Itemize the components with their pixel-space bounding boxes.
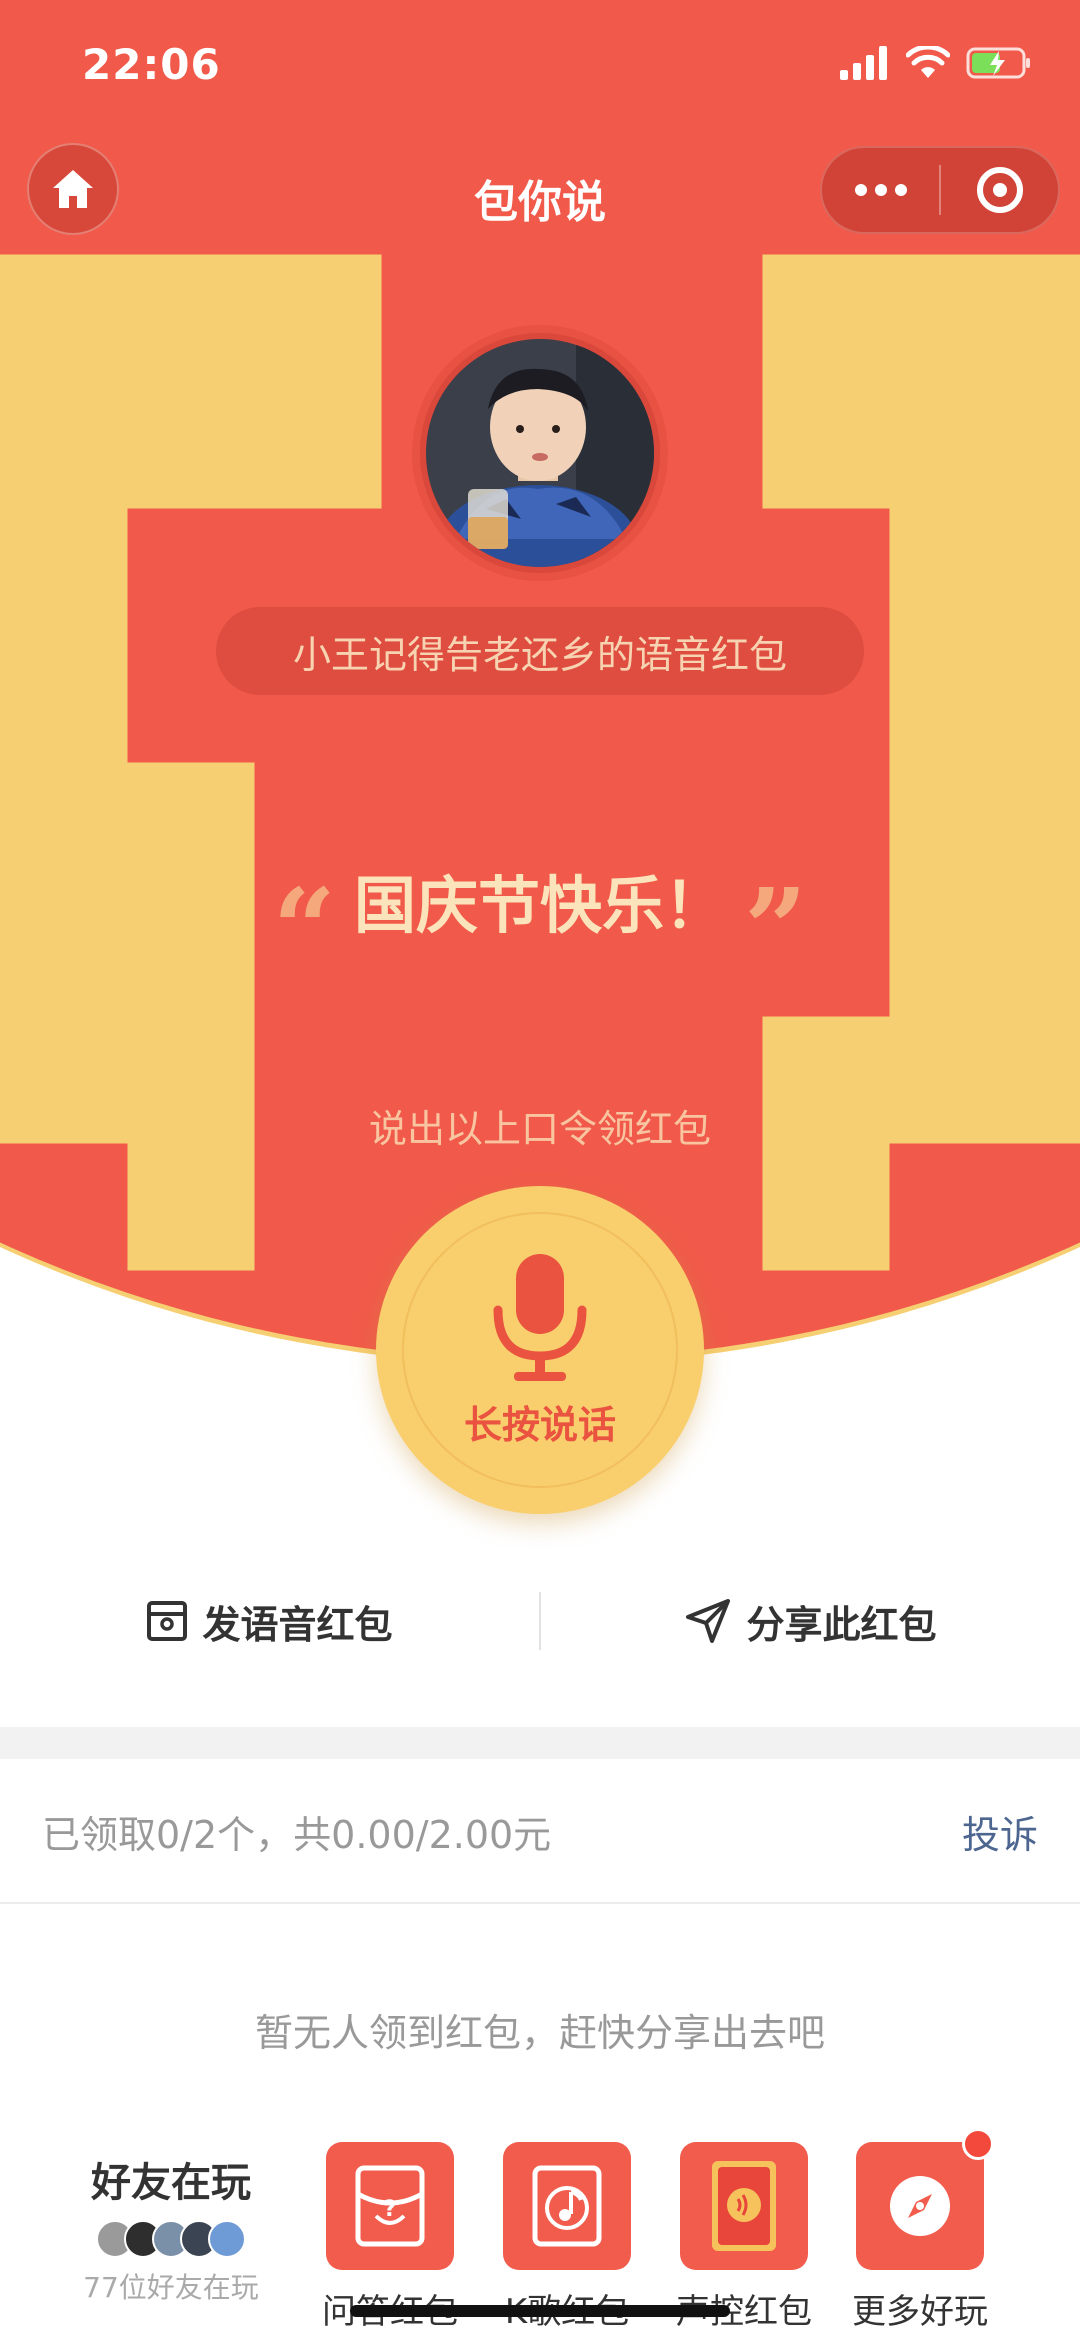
close-quote-mark: ” bbox=[744, 874, 808, 944]
share-envelope-button[interactable]: 分享此红包 bbox=[541, 1594, 1080, 1649]
question-envelope-icon: ? bbox=[326, 2142, 454, 2270]
open-quote-mark: “ bbox=[272, 874, 336, 944]
status-icons bbox=[840, 46, 1032, 80]
sender-name-label: 小王记得告老还乡的语音红包 bbox=[216, 607, 864, 695]
voice-envelope-icon bbox=[680, 2142, 808, 2270]
password-text: 国庆节快乐！ bbox=[353, 869, 726, 942]
complain-link[interactable]: 投诉 bbox=[962, 1804, 1038, 1859]
sender-avatar-frame bbox=[412, 325, 668, 581]
sender-avatar bbox=[426, 339, 654, 567]
more-button[interactable] bbox=[822, 148, 939, 232]
signal-icon bbox=[840, 46, 887, 80]
password-phrase: “ 国庆节快乐！ ” bbox=[0, 855, 1080, 945]
home-indicator[interactable] bbox=[350, 2305, 730, 2317]
envelope-square-icon bbox=[147, 1601, 188, 1641]
game-more-fun[interactable]: 更多好玩 bbox=[852, 2128, 994, 2333]
music-note-icon bbox=[503, 2142, 631, 2270]
action-row: 发语音红包 分享此红包 bbox=[0, 1580, 1080, 1662]
friend-avatar bbox=[208, 2220, 246, 2258]
share-envelope-label: 分享此红包 bbox=[746, 1602, 937, 1647]
game-label: 更多好玩 bbox=[852, 2292, 988, 2332]
microphone-icon bbox=[493, 1253, 587, 1381]
claim-stats-text: 已领取0/2个，共0.00/2.00元 bbox=[42, 1812, 552, 1857]
friends-count: 77位好友在玩 bbox=[83, 2271, 259, 2304]
more-dots-icon bbox=[854, 184, 907, 196]
compass-icon bbox=[856, 2128, 994, 2270]
send-voice-envelope-label: 发语音红包 bbox=[202, 1602, 393, 1647]
svg-text:?: ? bbox=[384, 2197, 397, 2222]
hold-to-speak-label: 长按说话 bbox=[463, 1402, 616, 1447]
wifi-icon bbox=[906, 46, 950, 78]
miniprogram-capsule bbox=[820, 146, 1060, 234]
battery-charging-icon bbox=[966, 47, 1030, 79]
close-miniprogram-button[interactable] bbox=[941, 148, 1058, 232]
send-arrow-icon bbox=[686, 1599, 731, 1643]
hold-to-speak-button[interactable]: 长按说话 bbox=[376, 1186, 704, 1514]
password-hint: 说出以上口令领红包 bbox=[368, 1107, 711, 1151]
friends-playing-title: 好友在玩 bbox=[91, 2160, 251, 2206]
new-badge-dot bbox=[962, 2128, 994, 2160]
mic-button-inner: 长按说话 bbox=[402, 1212, 678, 1488]
send-voice-envelope-button[interactable]: 发语音红包 bbox=[0, 1594, 539, 1649]
friend-avatars bbox=[56, 2220, 286, 2258]
status-time: 22:06 bbox=[82, 40, 221, 89]
claim-stats-row: 已领取0/2个，共0.00/2.00元 投诉 bbox=[0, 1760, 1080, 1904]
target-circle-icon bbox=[976, 167, 1023, 213]
section-divider bbox=[0, 1727, 1080, 1759]
empty-claims-message: 暂无人领到红包，赶快分享出去吧 bbox=[254, 2011, 825, 2055]
friends-playing[interactable]: 好友在玩 77位好友在玩 bbox=[56, 2150, 286, 2306]
